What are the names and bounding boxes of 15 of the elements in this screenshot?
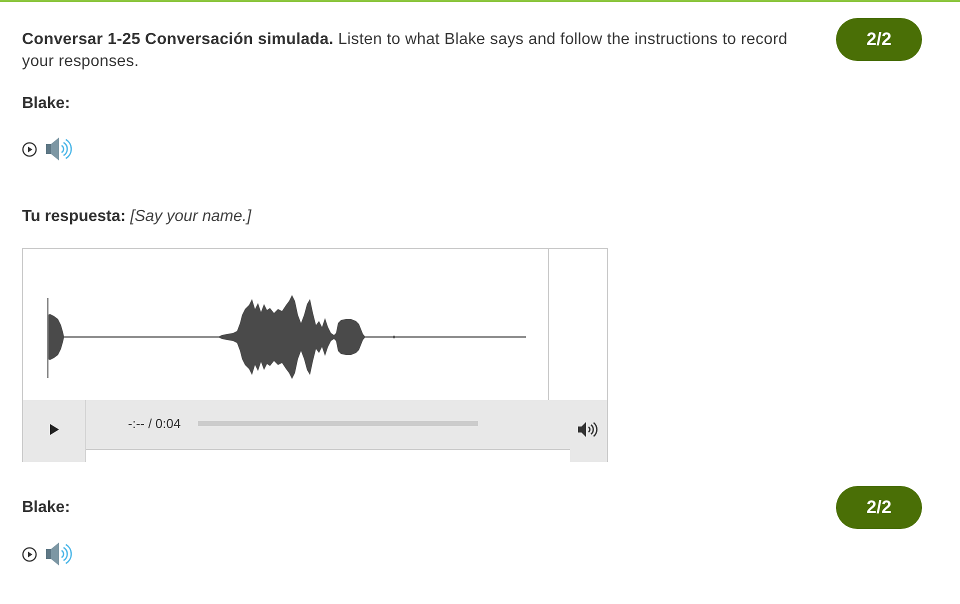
play-icon xyxy=(50,424,58,435)
progress-track[interactable] xyxy=(198,421,478,426)
response-prompt: Tu respuesta: [Say your name.] xyxy=(22,207,252,227)
play-circle-icon[interactable] xyxy=(22,546,37,562)
time-display: -:-- / 0:04 xyxy=(128,416,181,430)
score-badge: 2/2 xyxy=(836,486,922,529)
volume-button[interactable] xyxy=(570,400,608,462)
speaker-label: Blake: xyxy=(22,498,70,518)
speaker-icon[interactable] xyxy=(46,137,72,161)
speaker-label: Blake: xyxy=(22,94,70,114)
score-badge: 2/2 xyxy=(836,18,922,61)
play-circle-icon[interactable] xyxy=(22,142,37,156)
volume-icon xyxy=(578,421,599,438)
instructions-text: Conversar 1-25 Conversación simulada. Listen to what Blake says and follow the instructions to record your responses. xyxy=(22,30,788,72)
speaker-icon[interactable] xyxy=(46,542,72,566)
